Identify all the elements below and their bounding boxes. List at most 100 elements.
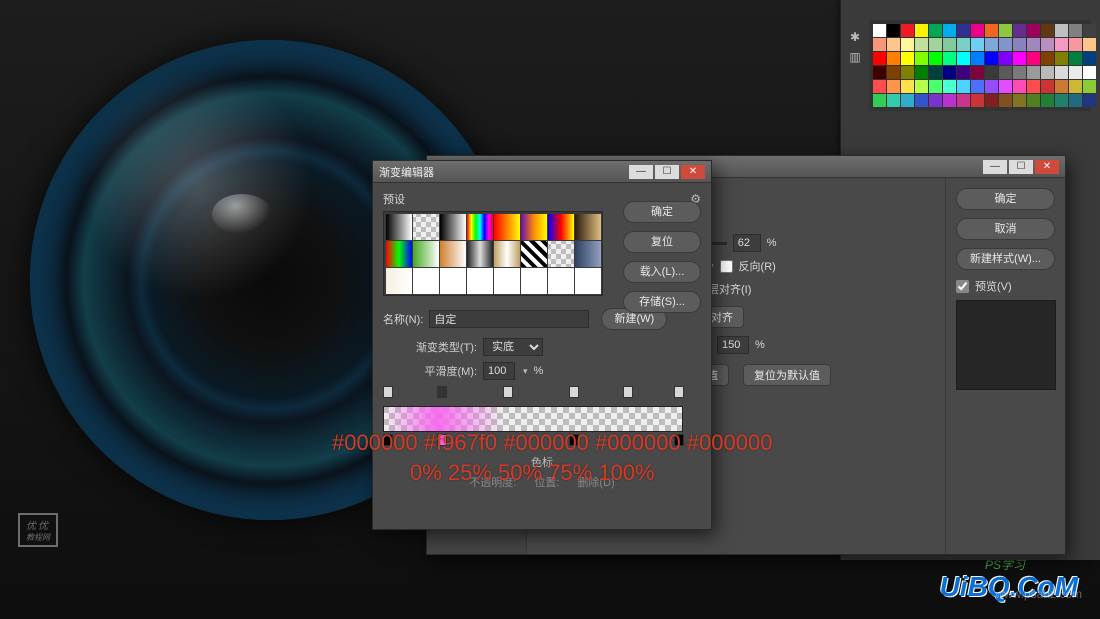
swatch-cell[interactable]	[915, 66, 928, 79]
swatch-cell[interactable]	[1083, 94, 1096, 107]
swatch-cell[interactable]	[957, 52, 970, 65]
swatch-cell[interactable]	[901, 38, 914, 51]
maximize-icon[interactable]: ☐	[655, 165, 679, 179]
gradient-preset[interactable]	[575, 241, 601, 267]
swatch-cell[interactable]	[957, 66, 970, 79]
swatch-cell[interactable]	[1041, 52, 1054, 65]
swatch-cell[interactable]	[943, 66, 956, 79]
swatch-cell[interactable]	[957, 94, 970, 107]
gradient-preset[interactable]	[521, 268, 547, 294]
swatch-cell[interactable]	[887, 38, 900, 51]
swatch-cell[interactable]	[1013, 38, 1026, 51]
maximize-icon[interactable]: ☐	[1009, 160, 1033, 174]
minimize-icon[interactable]: —	[629, 165, 653, 179]
gradient-preset[interactable]	[386, 241, 412, 267]
swatch-cell[interactable]	[887, 66, 900, 79]
swatch-cell[interactable]	[887, 24, 900, 37]
swatch-cell[interactable]	[1027, 94, 1040, 107]
swatch-cell[interactable]	[1069, 38, 1082, 51]
swatch-cell[interactable]	[999, 94, 1012, 107]
swatch-cell[interactable]	[915, 52, 928, 65]
swatch-cell[interactable]	[915, 94, 928, 107]
gradient-preset[interactable]	[440, 214, 466, 240]
color-swatches-panel[interactable]	[869, 20, 1091, 111]
swatch-cell[interactable]	[1055, 38, 1068, 51]
gradient-preset[interactable]	[548, 214, 574, 240]
gradient-preset[interactable]	[413, 214, 439, 240]
cancel-button[interactable]: 取消	[956, 218, 1055, 240]
swatch-cell[interactable]	[1055, 80, 1068, 93]
swatch-cell[interactable]	[873, 38, 886, 51]
gradient-preset[interactable]	[494, 214, 520, 240]
swatch-cell[interactable]	[971, 52, 984, 65]
swatch-cell[interactable]	[943, 80, 956, 93]
gradient-preset[interactable]	[548, 268, 574, 294]
swatch-cell[interactable]	[1013, 66, 1026, 79]
smoothness-input[interactable]	[483, 362, 515, 380]
gradient-preset[interactable]	[521, 214, 547, 240]
swatch-cell[interactable]	[901, 52, 914, 65]
swatch-cell[interactable]	[1041, 66, 1054, 79]
swatch-cell[interactable]	[1083, 52, 1096, 65]
swatch-cell[interactable]	[1041, 80, 1054, 93]
swatch-cell[interactable]	[1055, 94, 1068, 107]
swatch-cell[interactable]	[957, 38, 970, 51]
swatch-cell[interactable]	[873, 80, 886, 93]
swatch-cell[interactable]	[915, 24, 928, 37]
swatch-cell[interactable]	[957, 24, 970, 37]
swatch-cell[interactable]	[943, 94, 956, 107]
swatch-cell[interactable]	[943, 38, 956, 51]
swatch-cell[interactable]	[985, 80, 998, 93]
swatch-cell[interactable]	[873, 66, 886, 79]
swatch-cell[interactable]	[929, 66, 942, 79]
swatch-cell[interactable]	[985, 94, 998, 107]
swatch-cell[interactable]	[901, 80, 914, 93]
swatch-cell[interactable]	[873, 52, 886, 65]
ge-save-button[interactable]: 存储(S)...	[623, 291, 701, 313]
swatch-cell[interactable]	[887, 80, 900, 93]
reset-default-button[interactable]: 复位为默认值	[743, 364, 831, 386]
swatch-cell[interactable]	[1013, 24, 1026, 37]
swatch-cell[interactable]	[999, 52, 1012, 65]
swatch-cell[interactable]	[999, 66, 1012, 79]
swatch-cell[interactable]	[1041, 24, 1054, 37]
close-icon[interactable]: ✕	[1035, 160, 1059, 174]
gradient-presets-grid[interactable]	[383, 211, 603, 296]
swatch-cell[interactable]	[901, 94, 914, 107]
swatch-cell[interactable]	[1069, 52, 1082, 65]
swatch-cell[interactable]	[971, 24, 984, 37]
swatch-cell[interactable]	[1013, 94, 1026, 107]
gradient-preset[interactable]	[440, 268, 466, 294]
close-icon[interactable]: ✕	[681, 165, 705, 179]
gradient-preset[interactable]	[386, 268, 412, 294]
swatch-cell[interactable]	[1027, 52, 1040, 65]
gradient-preset[interactable]	[413, 268, 439, 294]
preview-checkbox[interactable]	[956, 280, 969, 293]
swatch-cell[interactable]	[985, 66, 998, 79]
swatch-cell[interactable]	[1055, 24, 1068, 37]
swatch-cell[interactable]	[985, 38, 998, 51]
swatch-cell[interactable]	[1027, 66, 1040, 79]
gradient-preset[interactable]	[386, 214, 412, 240]
gradient-preset[interactable]	[575, 268, 601, 294]
swatch-cell[interactable]	[999, 38, 1012, 51]
swatch-cell[interactable]	[1083, 24, 1096, 37]
gradient-preset[interactable]	[467, 214, 493, 240]
swatch-cell[interactable]	[1069, 24, 1082, 37]
swatch-cell[interactable]	[873, 24, 886, 37]
swatch-cell[interactable]	[1069, 80, 1082, 93]
swatch-cell[interactable]	[943, 24, 956, 37]
gradient-strip[interactable]	[383, 406, 683, 432]
swatch-cell[interactable]	[1055, 66, 1068, 79]
swatch-cell[interactable]	[1041, 94, 1054, 107]
swatch-cell[interactable]	[1013, 52, 1026, 65]
swatch-cell[interactable]	[985, 52, 998, 65]
opacity-stops-row[interactable]	[383, 386, 683, 400]
swatch-cell[interactable]	[873, 94, 886, 107]
gradient-preset[interactable]	[494, 268, 520, 294]
swatch-cell[interactable]	[1041, 38, 1054, 51]
swatch-cell[interactable]	[901, 24, 914, 37]
swatch-cell[interactable]	[999, 80, 1012, 93]
swatch-cell[interactable]	[985, 24, 998, 37]
swatch-cell[interactable]	[915, 38, 928, 51]
